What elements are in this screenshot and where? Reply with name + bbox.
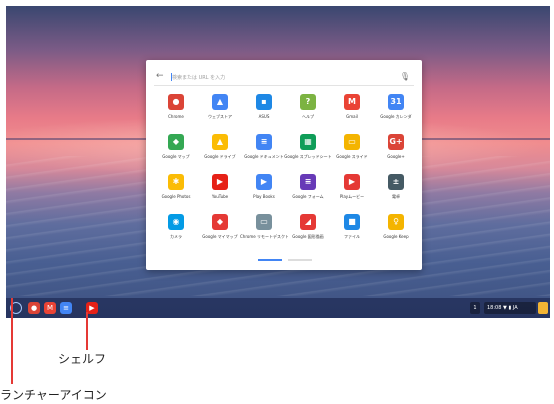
drawings-icon: ◢ <box>300 214 316 230</box>
app-tile[interactable]: ▪ ASUS <box>242 94 286 130</box>
app-tile[interactable]: ◆ Google マイマップ <box>198 214 242 250</box>
docs-icon: ≡ <box>256 134 272 150</box>
app-label: Chrome <box>168 114 184 119</box>
app-launcher: ← 🎙 ● Chrome ▲ ウェブストア ▪ ASUS? ヘルプ M Gmail 31 Googl… <box>146 60 422 270</box>
back-arrow-icon[interactable]: ← <box>156 71 164 81</box>
battery-icon: ▮ <box>508 305 512 311</box>
launcher-callout-line <box>11 298 13 384</box>
app-label: Google スライド <box>336 154 368 159</box>
shelf-callout-line <box>86 312 88 350</box>
app-label: ASUS <box>258 114 270 119</box>
app-label: Google マイマップ <box>202 234 238 239</box>
app-tile[interactable]: ? ヘルプ <box>286 94 330 130</box>
drive-icon: ▲ <box>212 134 228 150</box>
shelf-gmail-icon[interactable]: M <box>44 302 56 314</box>
app-label: ヘルプ <box>302 114 314 119</box>
launcher-callout-label: ランチャーアイコン <box>0 388 107 402</box>
keep-icon: ♀ <box>388 214 404 230</box>
app-label: YouTube <box>211 194 229 199</box>
chrome-icon: ● <box>168 94 184 110</box>
app-tile[interactable]: ■ ファイル <box>330 214 374 250</box>
app-label: Google スプレッドシート <box>284 154 332 159</box>
forms-icon: ≡ <box>300 174 316 190</box>
shelf-chrome-icon[interactable]: ● <box>28 302 40 314</box>
calendar-icon: 31 <box>388 94 404 110</box>
app-tile[interactable]: G+ Google+ <box>374 134 418 170</box>
app-label: Google 図形描画 <box>292 234 324 239</box>
app-label: Google マップ <box>162 154 190 159</box>
app-label: 電卓 <box>392 194 400 199</box>
app-label: ウェブストア <box>208 114 232 119</box>
microphone-icon[interactable]: 🎙 <box>400 72 410 81</box>
app-label: Google フォーム <box>292 194 324 199</box>
app-tile[interactable]: ≡ Google ドキュメント <box>242 134 286 170</box>
page-indicator <box>258 259 314 262</box>
wifi-icon: ▼ <box>503 305 507 311</box>
app-tile[interactable]: ± 電卓 <box>374 174 418 210</box>
page-indicator-inactive[interactable] <box>288 259 312 261</box>
app-tile[interactable]: ▶ Play Books <box>242 174 286 210</box>
app-label: Google カレンダ <box>380 114 412 119</box>
app-tile[interactable]: M Gmail <box>330 94 374 130</box>
files-icon: ■ <box>344 214 360 230</box>
app-tile[interactable]: ▭ Google スライド <box>330 134 374 170</box>
app-label: Google Photos <box>161 194 191 199</box>
shelf-callout-label: シェルフ <box>58 352 107 366</box>
app-label: Gmail <box>346 114 358 119</box>
app-label: ファイル <box>344 234 360 239</box>
google-plus-icon: G+ <box>388 134 404 150</box>
app-label: Google ドライブ <box>204 154 236 159</box>
shelf-youtube-icon[interactable]: ▶ <box>86 302 98 314</box>
clock: 18:08 <box>487 305 502 311</box>
app-tile[interactable]: ◉ カメラ <box>154 214 198 250</box>
app-tile[interactable]: ▲ Google ドライブ <box>198 134 242 170</box>
chromebook-screenshot: ← 🎙 ● Chrome ▲ ウェブストア ▪ ASUS? ヘルプ M Gmail 31 Googl… <box>6 6 550 318</box>
ime-indicator: JA <box>512 305 518 311</box>
app-tile[interactable]: ✱ Google Photos <box>154 174 198 210</box>
gmail-icon: M <box>344 94 360 110</box>
shelf-docs-icon[interactable]: ≡ <box>60 302 72 314</box>
shelf: 1 18:08 ▼ ▮ JA ● M ≡ ▶ <box>6 298 550 318</box>
app-label: Play Books <box>253 194 275 199</box>
user-avatar[interactable] <box>538 302 548 314</box>
app-tile[interactable]: ▶ YouTube <box>198 174 242 210</box>
app-label: Chrome リモートデスクトップ <box>240 234 288 239</box>
play-movies-icon: ▶ <box>344 174 360 190</box>
my-maps-icon: ◆ <box>212 214 228 230</box>
sheets-icon: ▦ <box>300 134 316 150</box>
app-tile[interactable]: ◢ Google 図形描画 <box>286 214 330 250</box>
play-books-icon: ▶ <box>256 174 272 190</box>
app-tile[interactable]: ◆ Google マップ <box>154 134 198 170</box>
calculator-icon: ± <box>388 174 404 190</box>
app-label: Google Keep <box>383 234 409 239</box>
search-input[interactable] <box>172 72 372 84</box>
camera-icon: ◉ <box>168 214 184 230</box>
app-tile[interactable]: ▲ ウェブストア <box>198 94 242 130</box>
page-indicator-active[interactable] <box>258 259 282 261</box>
app-grid: ● Chrome ▲ ウェブストア ▪ ASUS? ヘルプ M Gmail 31 Google カレ… <box>150 94 418 254</box>
app-tile[interactable]: 31 Google カレンダ <box>374 94 418 130</box>
web-store-icon: ▲ <box>212 94 228 110</box>
asus-icon: ▪ <box>256 94 272 110</box>
app-label: Google ドキュメント <box>244 154 284 159</box>
app-tile[interactable]: ▦ Google スプレッドシート <box>284 134 332 170</box>
slides-icon: ▭ <box>344 134 360 150</box>
maps-icon: ◆ <box>168 134 184 150</box>
app-label: Playムービー <box>339 194 365 199</box>
app-tile[interactable]: ▶ Playムービー <box>330 174 374 210</box>
app-label: Google+ <box>387 154 405 159</box>
youtube-icon: ▶ <box>212 174 228 190</box>
search-box: ← 🎙 <box>154 70 414 86</box>
help-icon: ? <box>300 94 316 110</box>
photos-icon: ✱ <box>168 174 184 190</box>
app-tile[interactable]: ≡ Google フォーム <box>286 174 330 210</box>
app-tile[interactable]: ▭ Chrome リモートデスクトップ <box>240 214 288 250</box>
remote-desktop-icon: ▭ <box>256 214 272 230</box>
status-tray[interactable]: 18:08 ▼ ▮ JA <box>484 302 536 314</box>
notification-badge[interactable]: 1 <box>470 302 480 314</box>
app-label: カメラ <box>170 234 182 239</box>
app-tile[interactable]: ● Chrome <box>154 94 198 130</box>
app-tile[interactable]: ♀ Google Keep <box>374 214 418 250</box>
